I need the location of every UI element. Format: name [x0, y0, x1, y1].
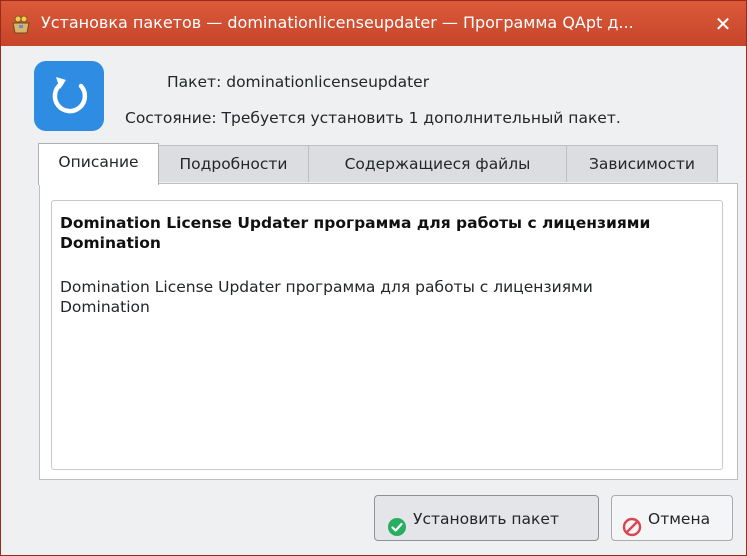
check-circle-icon — [387, 509, 407, 536]
tab-description[interactable]: Описание — [38, 143, 159, 185]
close-icon[interactable]: ✕ — [712, 13, 734, 35]
tab-panel: Domination License Updater программа для… — [39, 183, 738, 480]
refresh-arrow-icon — [34, 61, 104, 131]
status-label: Состояние: Требуется установить 1 дополн… — [125, 109, 621, 127]
title-bar[interactable]: Установка пакетов — dominationlicenseupd… — [1, 1, 746, 46]
tab-details[interactable]: Подробности — [158, 145, 309, 182]
tab-contained-files[interactable]: Содержащиеся файлы — [308, 145, 567, 182]
cancel-button[interactable]: Отмена — [611, 495, 733, 541]
tab-bar: Описание Подробности Содержащиеся файлы … — [38, 143, 718, 185]
window-title: Установка пакетов — dominationlicenseupd… — [41, 13, 634, 32]
package-name-label: Пакет: dominationlicenseupdater — [167, 73, 430, 91]
install-package-button[interactable]: Установить пакет — [374, 495, 599, 541]
package-installer-icon — [11, 14, 31, 34]
cancel-label: Отмена — [648, 510, 711, 528]
installer-window: Установка пакетов — dominationlicenseupd… — [0, 0, 747, 556]
description-body: Domination License Updater программа для… — [60, 278, 593, 316]
description-title: Domination License Updater программа для… — [60, 214, 651, 252]
install-package-label: Установить пакет — [413, 510, 559, 528]
description-view[interactable]: Domination License Updater программа для… — [51, 200, 723, 470]
cancel-circle-icon — [622, 509, 642, 537]
tab-dependencies[interactable]: Зависимости — [566, 145, 718, 182]
